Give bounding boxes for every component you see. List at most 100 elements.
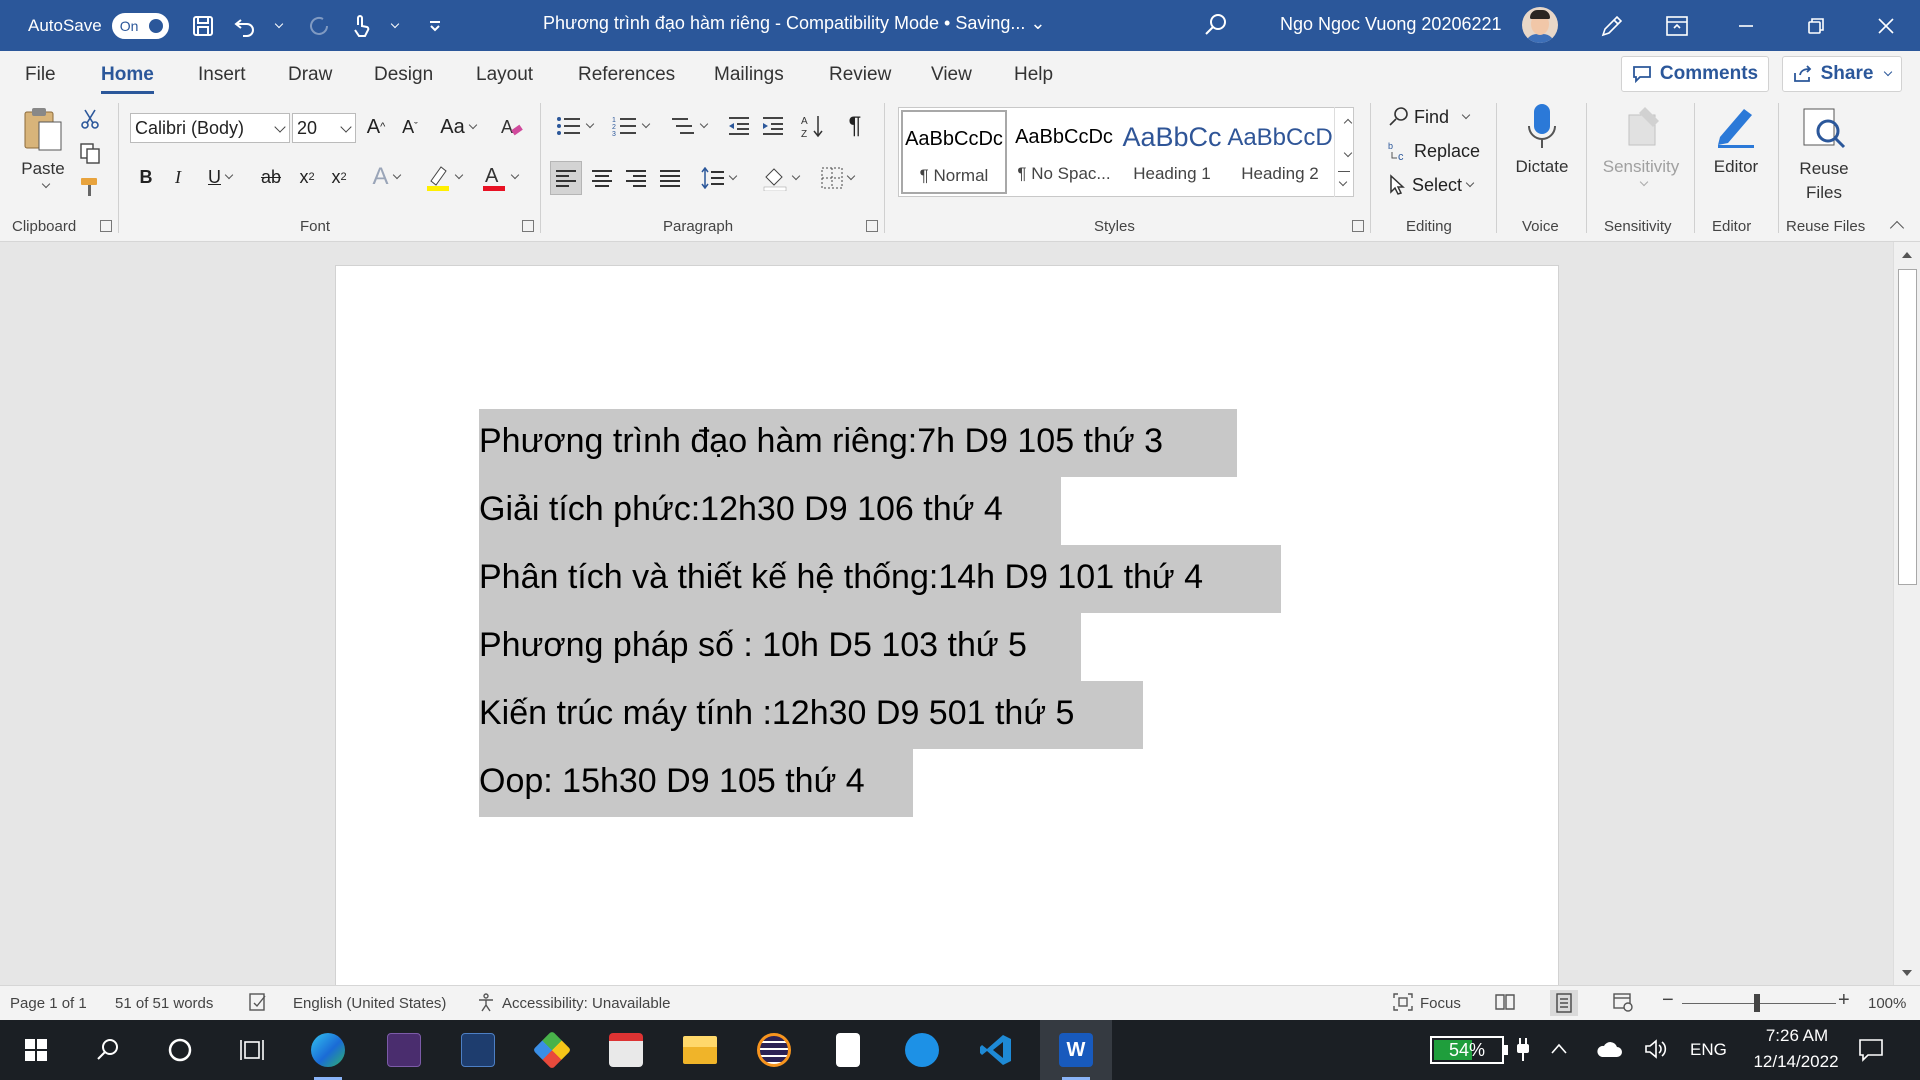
find-button[interactable]: Find (1388, 103, 1471, 131)
clock-time[interactable]: 7:26 AM (1754, 1026, 1840, 1046)
bold-icon[interactable]: B (134, 163, 158, 191)
copy-icon[interactable] (78, 141, 102, 165)
sensitivity-label[interactable]: Sensitivity (1596, 157, 1686, 177)
print-layout-icon[interactable] (1550, 990, 1578, 1016)
power-plug-icon[interactable] (1516, 1038, 1530, 1067)
zoom-level[interactable]: 100% (1868, 995, 1906, 1012)
shading-icon[interactable] (756, 161, 804, 195)
tab-design[interactable]: Design (374, 64, 433, 86)
multilevel-list-icon[interactable] (664, 111, 712, 141)
tab-mailings[interactable]: Mailings (714, 64, 784, 86)
sensitivity-icon[interactable] (1620, 103, 1664, 153)
numbering-icon[interactable]: 123 (606, 111, 654, 141)
word-count[interactable]: 51 of 51 words (115, 995, 213, 1012)
vscode-icon[interactable] (960, 1020, 1032, 1080)
focus-icon[interactable] (1392, 992, 1414, 1016)
replace-button[interactable]: bc Replace (1388, 137, 1480, 165)
chevron-down-icon[interactable] (1340, 143, 1353, 161)
line-spacing-icon[interactable] (696, 161, 740, 195)
font-name-combo[interactable]: Calibri (Body) (130, 113, 290, 143)
comments-button[interactable]: Comments (1621, 56, 1769, 92)
zoom-slider-thumb[interactable] (1754, 994, 1760, 1012)
scroll-down-icon[interactable] (1902, 970, 1912, 976)
word-icon[interactable]: W (1040, 1020, 1112, 1080)
styles-launcher-icon[interactable] (1352, 220, 1364, 232)
git-client-icon[interactable] (516, 1020, 588, 1080)
vertical-scrollbar[interactable] (1893, 242, 1920, 985)
select-button[interactable]: Select (1388, 171, 1475, 199)
pen-icon[interactable] (1584, 0, 1640, 51)
touch-mode-icon[interactable] (347, 12, 375, 40)
bullets-icon[interactable] (552, 111, 596, 141)
document-icon[interactable] (812, 1020, 884, 1080)
customize-toolbar-icon[interactable] (421, 12, 449, 40)
edge-icon[interactable] (292, 1020, 364, 1080)
page-count[interactable]: Page 1 of 1 (10, 995, 87, 1012)
accessibility-icon[interactable] (476, 992, 496, 1016)
redo-icon[interactable] (305, 12, 333, 40)
justify-icon[interactable] (654, 161, 686, 195)
tab-insert[interactable]: Insert (198, 64, 246, 86)
grow-font-icon[interactable]: A ^ (362, 113, 390, 141)
paste-icon[interactable] (20, 105, 66, 155)
docker-icon[interactable] (886, 1020, 958, 1080)
tab-file[interactable]: File (25, 64, 56, 86)
task-view-icon[interactable] (216, 1020, 288, 1080)
notifications-icon[interactable] (1858, 1038, 1884, 1067)
style-no-spacing[interactable]: AaBbCcDc ¶ No Spac... (1011, 110, 1117, 194)
document-line[interactable]: Kiến trúc máy tính :12h30 D9 501 thứ 5 (479, 681, 1143, 749)
microphone-icon[interactable] (1524, 101, 1560, 153)
read-mode-icon[interactable] (1494, 992, 1516, 1016)
highlight-icon[interactable] (418, 161, 468, 193)
increase-indent-icon[interactable] (758, 111, 788, 141)
paste-dropdown-icon[interactable] (41, 179, 51, 189)
taskbar-search-icon[interactable] (72, 1020, 144, 1080)
editor-icon[interactable] (1712, 101, 1760, 153)
focus-label[interactable]: Focus (1420, 995, 1461, 1012)
cut-icon[interactable] (78, 107, 102, 131)
tab-home[interactable]: Home (101, 64, 154, 94)
font-launcher-icon[interactable] (522, 220, 534, 232)
chevron-up-icon[interactable] (1340, 113, 1353, 131)
clipboard-launcher-icon[interactable] (100, 220, 112, 232)
paragraph-launcher-icon[interactable] (866, 220, 878, 232)
tab-view[interactable]: View (931, 64, 972, 86)
document-line[interactable]: Phương pháp số : 10h D5 103 thứ 5 (479, 613, 1081, 681)
tex-editor-icon[interactable] (368, 1020, 440, 1080)
cortana-icon[interactable] (144, 1020, 216, 1080)
document-page[interactable]: Phương trình đạo hàm riêng:7h D9 105 thứ… (336, 266, 1558, 985)
eclipse-icon[interactable] (738, 1020, 810, 1080)
document-line[interactable]: Phân tích và thiết kế hệ thống:14h D9 10… (479, 545, 1281, 613)
paste-label[interactable]: Paste (20, 159, 66, 179)
dictate-label[interactable]: Dictate (1510, 157, 1574, 177)
restore-icon[interactable] (1788, 0, 1844, 51)
tab-references[interactable]: References (578, 64, 675, 86)
undo-icon[interactable] (231, 12, 259, 40)
decrease-indent-icon[interactable] (724, 111, 754, 141)
editor-label[interactable]: Editor (1704, 157, 1768, 177)
volume-icon[interactable] (1644, 1038, 1668, 1065)
scroll-up-icon[interactable] (1902, 252, 1912, 258)
style-normal[interactable]: AaBbCcDc ¶ Normal (901, 110, 1007, 194)
collapse-ribbon-icon[interactable] (1889, 220, 1905, 236)
input-language[interactable]: ENG (1690, 1040, 1727, 1060)
document-title[interactable]: Phương trình đạo hàm riêng - Compatibili… (543, 13, 1045, 34)
chevron-up-icon[interactable] (1550, 1042, 1568, 1061)
tab-draw[interactable]: Draw (288, 64, 332, 86)
borders-icon[interactable] (812, 161, 862, 195)
onedrive-icon[interactable] (1596, 1040, 1622, 1063)
avatar[interactable] (1522, 7, 1558, 43)
minimize-icon[interactable] (1718, 0, 1774, 51)
save-icon[interactable] (189, 12, 217, 40)
close-icon[interactable] (1858, 0, 1914, 51)
format-painter-icon[interactable] (78, 175, 102, 199)
office-tool-icon[interactable] (590, 1020, 662, 1080)
clear-formatting-icon[interactable]: A (498, 113, 526, 141)
font-color-icon[interactable]: A (474, 161, 524, 193)
search-icon[interactable] (1202, 11, 1230, 44)
battery-indicator[interactable]: 54% (1430, 1036, 1508, 1064)
reuse-files-icon[interactable] (1800, 103, 1848, 153)
more-styles-icon[interactable] (1338, 171, 1350, 190)
style-heading-2[interactable]: AaBbCcD Heading 2 (1227, 110, 1333, 194)
proofing-icon[interactable] (248, 992, 268, 1016)
